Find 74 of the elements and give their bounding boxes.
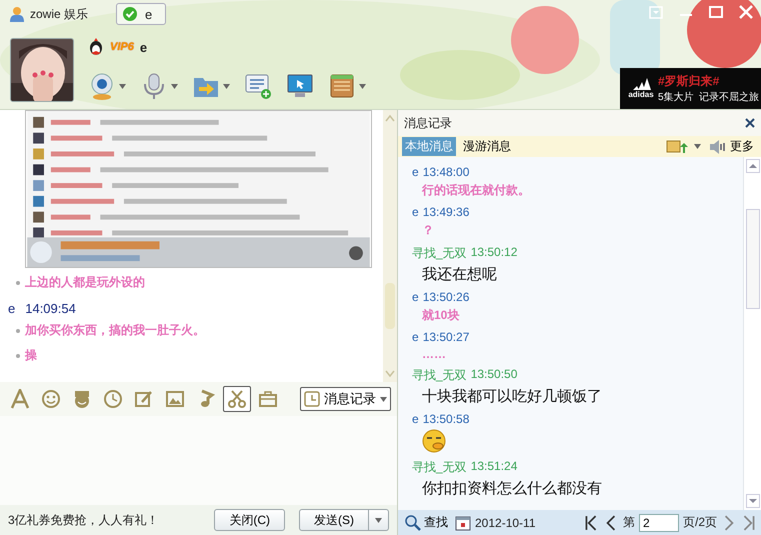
scissors-icon <box>227 389 247 409</box>
first-page-icon[interactable] <box>582 514 599 530</box>
briefcase-icon <box>258 389 278 409</box>
panel-title: 消息记录 <box>404 114 452 132</box>
scroll-up-icon[interactable] <box>746 159 760 173</box>
message-text: 操 <box>25 347 37 364</box>
scroll-thumb[interactable] <box>746 208 760 308</box>
scroll-up-icon[interactable] <box>385 114 395 122</box>
message-text: 加你买你东西，搞的我一肚子火。 <box>25 322 205 339</box>
close-button[interactable]: 关闭(C) <box>214 509 285 531</box>
image-icon <box>165 389 185 409</box>
pencil-icon <box>134 389 154 409</box>
close-icon[interactable] <box>745 118 755 128</box>
sender-name: e <box>412 290 419 304</box>
last-page-icon[interactable] <box>741 514 757 530</box>
date-text: 2012-10-11 <box>475 516 536 530</box>
message-text: 你扣扣资料怎么什么都没有 <box>422 479 603 498</box>
message-time: 13:51:24 <box>470 459 518 475</box>
sender-name: 寻找_无双 <box>412 459 467 476</box>
scroll-down-icon[interactable] <box>746 494 760 508</box>
hat-face-icon <box>72 389 92 409</box>
bullet-icon <box>16 354 20 358</box>
message-time: 14:09:54 <box>25 301 76 316</box>
more-button[interactable]: 更多 <box>705 137 757 156</box>
smiley-icon <box>41 389 61 409</box>
scrollbar[interactable] <box>383 110 397 382</box>
message-text: …… <box>422 347 447 361</box>
message-text: 十块我都可以吃好几顿饭了 <box>422 387 603 406</box>
sender-name: e <box>412 165 419 179</box>
scroll-down-icon[interactable] <box>385 370 395 378</box>
message-time: 13:48:00 <box>422 165 470 179</box>
message-text: 行的话现在就付款。 <box>422 182 531 199</box>
message-text: 上边的人都是玩外设的 <box>25 274 145 291</box>
bullet-icon <box>16 328 20 332</box>
caret-icon <box>375 518 382 522</box>
calendar-icon[interactable] <box>455 514 471 530</box>
message-input[interactable] <box>0 416 397 505</box>
sender-name: e <box>412 412 419 426</box>
page-field[interactable]: 2 <box>638 514 679 532</box>
search-icon <box>405 514 421 531</box>
speaker-icon <box>708 138 726 154</box>
clock-face-icon <box>103 389 123 409</box>
sender-name: 寻找_无双 <box>412 367 467 384</box>
sender-name: e <box>412 330 419 344</box>
font-icon <box>10 389 30 409</box>
search-button[interactable]: 查找 <box>402 513 451 532</box>
message-text: 就10块 <box>422 307 460 324</box>
message-time: 13:50:50 <box>470 367 518 383</box>
tab[interactable]: 漫游消息 <box>460 137 514 156</box>
caret-icon[interactable] <box>694 144 701 149</box>
page-count: 页/2页 <box>682 514 717 531</box>
scrollbar[interactable] <box>743 157 761 510</box>
history-button[interactable]: 消息记录 <box>300 387 391 411</box>
message-time: 13:50:58 <box>422 412 470 426</box>
sender-name: 寻找_无双 <box>412 245 467 262</box>
clock-icon <box>304 391 320 407</box>
send-options-button[interactable] <box>369 509 389 531</box>
bullet-icon <box>16 280 20 284</box>
message-text: ？ <box>422 222 435 239</box>
sender-name: e <box>412 205 419 219</box>
screenshot-button[interactable] <box>223 386 251 412</box>
message-time: 13:49:36 <box>422 205 470 219</box>
message-time: 13:50:27 <box>422 330 470 344</box>
scroll-thumb[interactable] <box>385 283 395 329</box>
caret-icon <box>380 396 387 402</box>
promo-text[interactable]: 3亿礼券免费抢，人人有礼！ <box>8 512 208 528</box>
sender-name: e <box>8 301 16 316</box>
send-button[interactable]: 发送(S) <box>299 509 369 531</box>
message-text: 我还在想呢 <box>422 265 498 284</box>
message-time: 13:50:12 <box>470 245 518 261</box>
emoji-icon <box>422 429 446 453</box>
message-time: 13:50:26 <box>422 290 470 304</box>
page-label: 第 <box>622 514 635 531</box>
export-icon[interactable] <box>666 138 690 154</box>
